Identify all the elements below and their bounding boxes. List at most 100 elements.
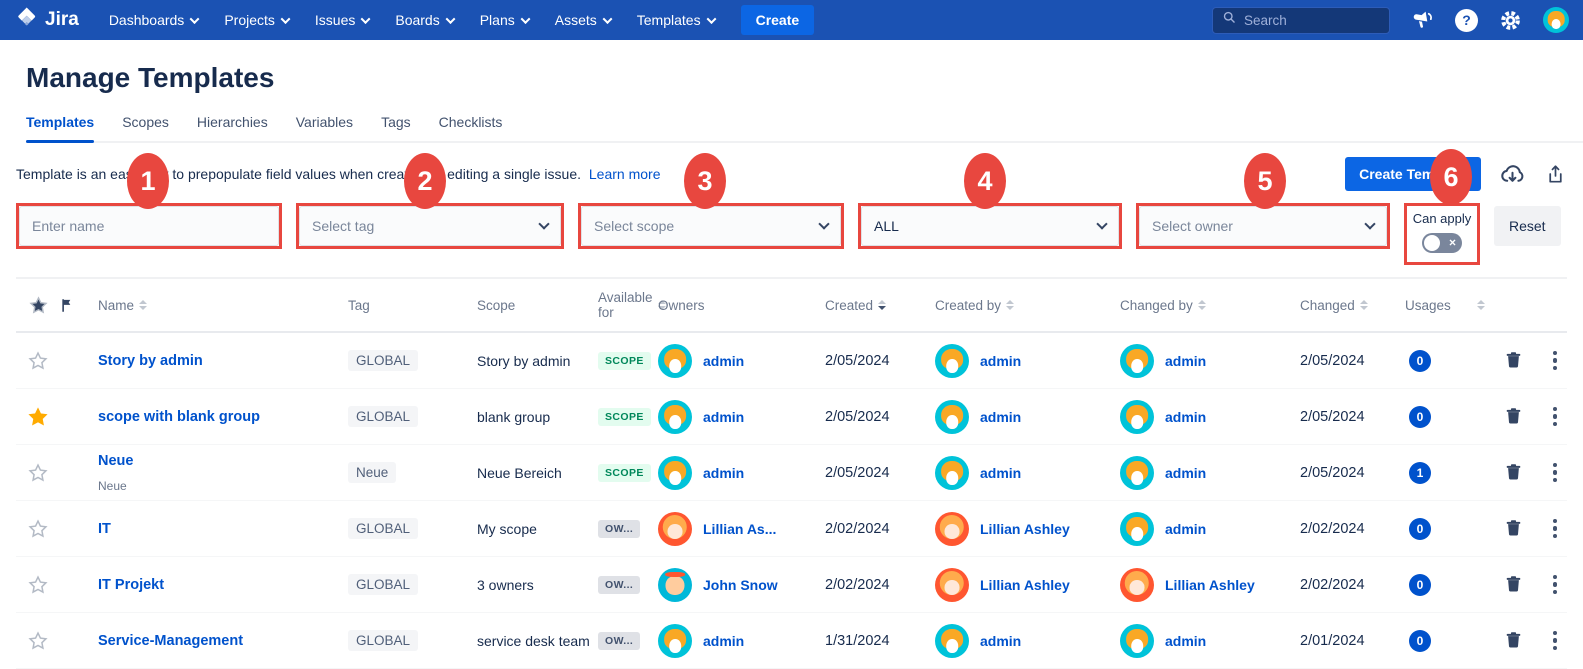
owner-link[interactable]: Lillian As... <box>703 521 776 537</box>
sort-icon[interactable] <box>1477 300 1485 310</box>
scope-filter-select[interactable]: Select scope <box>581 206 841 246</box>
reset-button[interactable]: Reset <box>1494 206 1561 246</box>
header-created-by[interactable]: Created by <box>935 298 1120 313</box>
favorite-star-icon[interactable] <box>16 351 60 371</box>
delete-trash-icon[interactable] <box>1504 407 1523 426</box>
template-name-link[interactable]: IT Projekt <box>98 577 164 593</box>
delete-trash-icon[interactable] <box>1504 519 1523 538</box>
created-by-avatar[interactable] <box>935 400 969 434</box>
more-options-icon[interactable] <box>1551 349 1560 373</box>
tab-checklists[interactable]: Checklists <box>439 114 503 141</box>
created-by-link[interactable]: admin <box>980 465 1021 481</box>
header-available-for[interactable]: Available for <box>598 290 658 320</box>
header-changed[interactable]: Changed <box>1300 298 1405 313</box>
changed-by-avatar[interactable] <box>1120 624 1154 658</box>
header-changed-by[interactable]: Changed by <box>1120 298 1300 313</box>
export-share-icon[interactable] <box>1544 163 1567 186</box>
more-options-icon[interactable] <box>1551 573 1560 597</box>
header-created[interactable]: Created <box>825 298 935 313</box>
created-by-link[interactable]: admin <box>980 409 1021 425</box>
sort-icon[interactable] <box>1360 300 1368 310</box>
template-name-link[interactable]: scope with blank group <box>98 409 260 425</box>
tag-filter-select[interactable]: Select tag <box>299 206 561 246</box>
nav-item-boards[interactable]: Boards <box>395 12 453 28</box>
header-name[interactable]: Name <box>98 298 348 313</box>
more-options-icon[interactable] <box>1551 405 1560 429</box>
favorite-star-icon[interactable] <box>16 407 60 427</box>
changed-by-avatar[interactable] <box>1120 456 1154 490</box>
help-icon[interactable]: ? <box>1455 9 1478 32</box>
tab-templates[interactable]: Templates <box>26 114 94 141</box>
flag-column-header-icon[interactable] <box>60 297 98 314</box>
import-cloud-download-icon[interactable] <box>1499 161 1526 188</box>
delete-trash-icon[interactable] <box>1504 631 1523 650</box>
owner-link[interactable]: admin <box>703 633 744 649</box>
more-options-icon[interactable] <box>1551 629 1560 653</box>
header-owners[interactable]: Owners <box>658 298 825 313</box>
changed-by-avatar[interactable] <box>1120 400 1154 434</box>
created-by-link[interactable]: admin <box>980 353 1021 369</box>
owner-link[interactable]: admin <box>703 409 744 425</box>
header-tag[interactable]: Tag <box>348 298 477 313</box>
created-by-avatar[interactable] <box>935 568 969 602</box>
nav-item-plans[interactable]: Plans <box>480 12 529 28</box>
search-input[interactable] <box>1244 13 1364 28</box>
owner-avatar[interactable] <box>658 344 692 378</box>
nav-item-issues[interactable]: Issues <box>315 12 369 28</box>
changed-by-link[interactable]: admin <box>1165 353 1206 369</box>
favorite-star-icon[interactable] <box>16 463 60 483</box>
changed-by-link[interactable]: admin <box>1165 633 1206 649</box>
learn-more-link[interactable]: Learn more <box>589 166 661 182</box>
available-filter-select[interactable]: ALL <box>861 206 1119 246</box>
name-filter-input[interactable] <box>19 206 279 246</box>
changed-by-link[interactable]: admin <box>1165 521 1206 537</box>
tab-hierarchies[interactable]: Hierarchies <box>197 114 268 141</box>
more-options-icon[interactable] <box>1551 517 1560 541</box>
nav-item-dashboards[interactable]: Dashboards <box>109 12 199 28</box>
created-by-avatar[interactable] <box>935 624 969 658</box>
created-by-avatar[interactable] <box>935 512 969 546</box>
owner-link[interactable]: John Snow <box>703 577 778 593</box>
owner-avatar[interactable] <box>658 400 692 434</box>
owner-link[interactable]: admin <box>703 465 744 481</box>
sort-icon[interactable] <box>1006 300 1014 310</box>
changed-by-avatar[interactable] <box>1120 344 1154 378</box>
delete-trash-icon[interactable] <box>1504 575 1523 594</box>
created-by-link[interactable]: admin <box>980 633 1021 649</box>
created-by-link[interactable]: Lillian Ashley <box>980 521 1070 537</box>
changed-by-link[interactable]: Lillian Ashley <box>1165 577 1255 593</box>
sort-icon[interactable] <box>1198 300 1206 310</box>
changed-by-link[interactable]: admin <box>1165 465 1206 481</box>
template-name-link[interactable]: Service-Management <box>98 633 243 649</box>
owner-avatar[interactable] <box>658 624 692 658</box>
tab-tags[interactable]: Tags <box>381 114 411 141</box>
delete-trash-icon[interactable] <box>1504 463 1523 482</box>
favorite-star-icon[interactable] <box>16 631 60 651</box>
header-usages[interactable]: Usages <box>1405 298 1490 313</box>
announcements-icon[interactable] <box>1410 8 1435 33</box>
star-column-header-icon[interactable] <box>16 296 60 315</box>
delete-trash-icon[interactable] <box>1504 351 1523 370</box>
owner-filter-select[interactable]: Select owner <box>1139 206 1387 246</box>
created-by-avatar[interactable] <box>935 344 969 378</box>
favorite-star-icon[interactable] <box>16 519 60 539</box>
owner-link[interactable]: admin <box>703 353 744 369</box>
changed-by-avatar[interactable] <box>1120 512 1154 546</box>
create-button[interactable]: Create <box>741 5 815 35</box>
template-name-link[interactable]: Story by admin <box>98 353 203 369</box>
template-name-link[interactable]: IT <box>98 521 111 537</box>
can-apply-toggle[interactable] <box>1422 233 1462 253</box>
changed-by-avatar[interactable] <box>1120 568 1154 602</box>
tab-variables[interactable]: Variables <box>296 114 353 141</box>
tab-scopes[interactable]: Scopes <box>122 114 169 141</box>
user-avatar[interactable] <box>1543 7 1569 33</box>
owner-avatar[interactable] <box>658 512 692 546</box>
template-name-link[interactable]: Neue <box>98 453 133 469</box>
owner-avatar[interactable] <box>658 568 692 602</box>
header-scope[interactable]: Scope <box>477 298 598 313</box>
nav-item-assets[interactable]: Assets <box>555 12 611 28</box>
more-options-icon[interactable] <box>1551 461 1560 485</box>
jira-brand[interactable]: Jira <box>14 5 79 35</box>
nav-item-templates[interactable]: Templates <box>637 12 715 28</box>
settings-gear-icon[interactable] <box>1498 8 1523 33</box>
